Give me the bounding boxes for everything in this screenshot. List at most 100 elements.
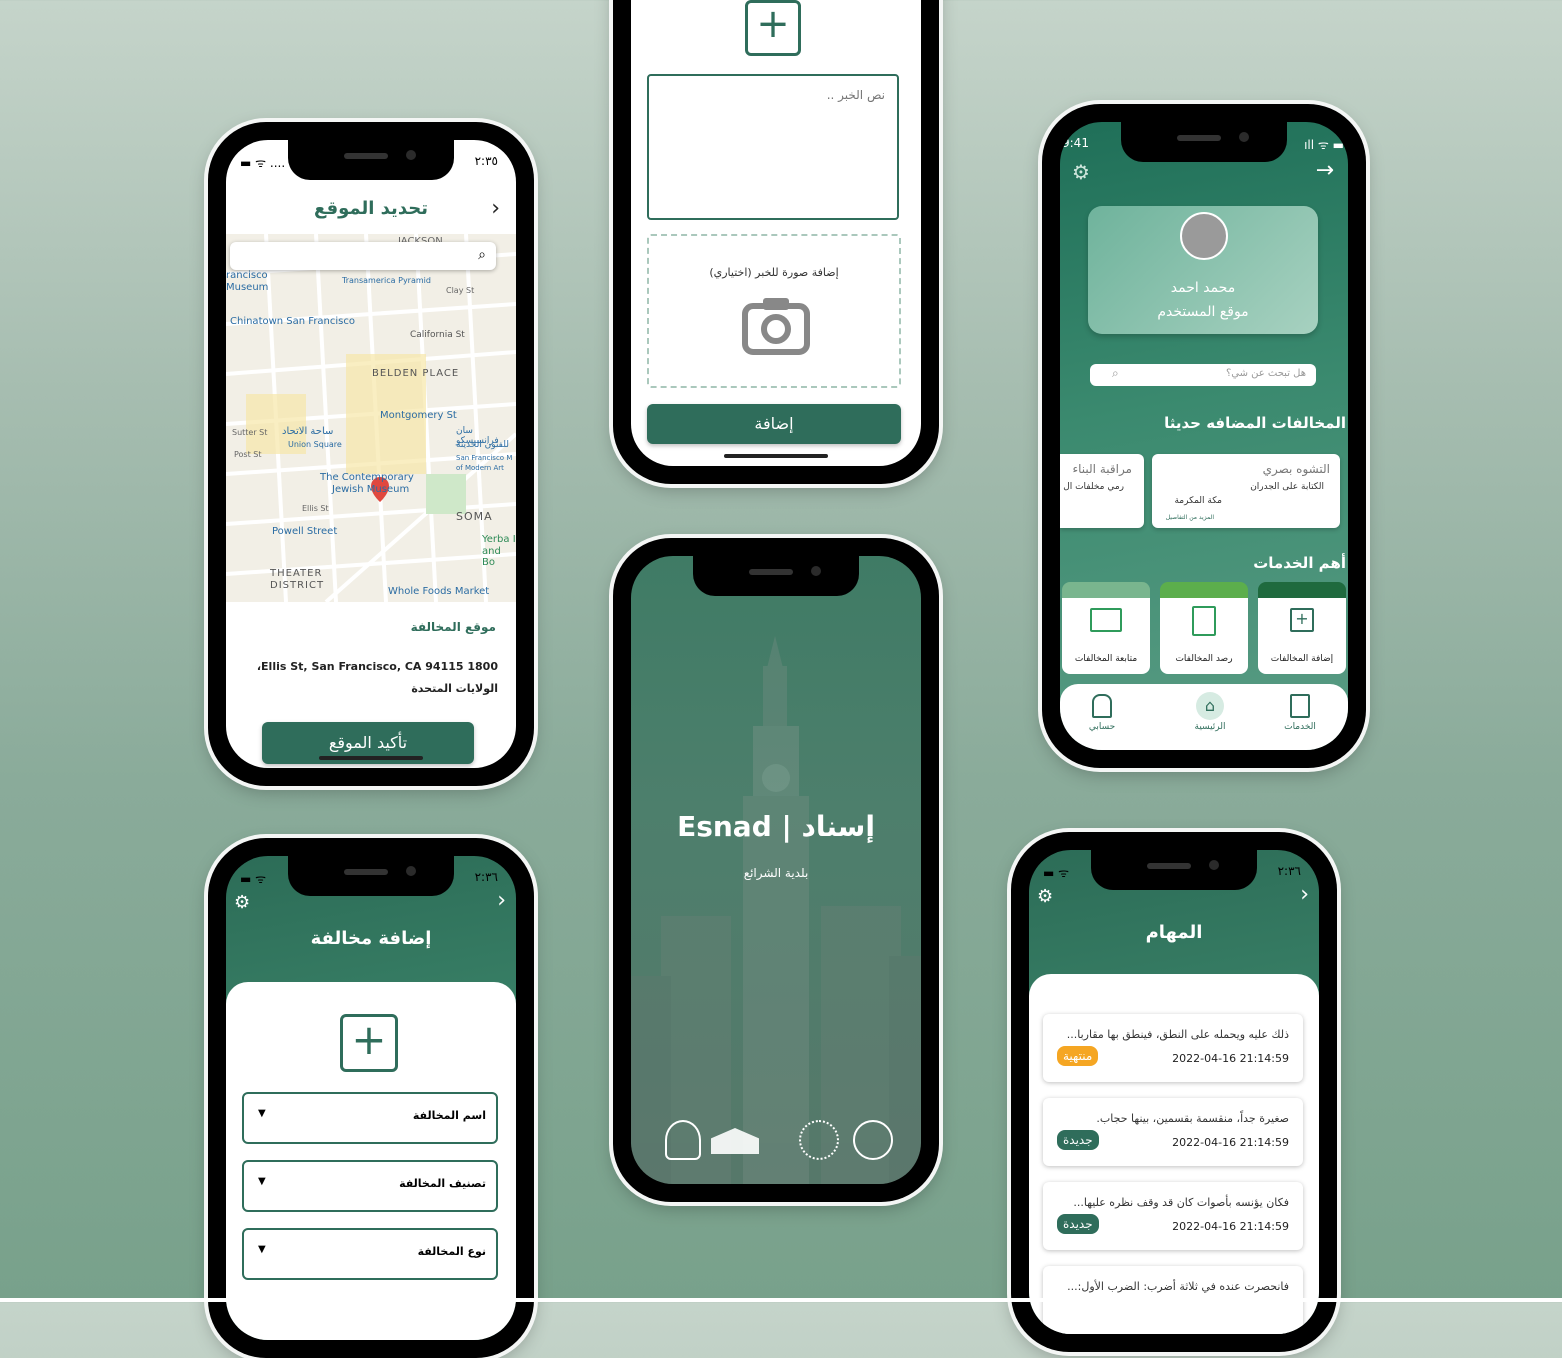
balady-logo bbox=[665, 1120, 701, 1160]
search-input[interactable]: هل تبحث عن شي؟ bbox=[1226, 368, 1306, 379]
violation-card[interactable]: التشوه بصري الكتابة على الجدران مكة المك… bbox=[1152, 454, 1340, 528]
task-card[interactable]: ذلك عليه ويحمله على النطق، فينطق بها مقا… bbox=[1043, 1014, 1303, 1082]
status-time: ٢:٣٦ bbox=[474, 870, 498, 884]
gear-icon[interactable]: ⚙ bbox=[1072, 160, 1090, 184]
clipboard-icon bbox=[1192, 606, 1216, 636]
task-card[interactable]: صغيرة جداً، منقسمة بقسمين، بينها حجاب. 2… bbox=[1043, 1098, 1303, 1166]
add-photo-button[interactable]: + bbox=[745, 0, 801, 56]
violation-type-select[interactable]: ▼ نوع المخالفة bbox=[242, 1228, 498, 1280]
home-icon: ⌂ bbox=[1196, 692, 1224, 720]
nav-account[interactable]: حسابي bbox=[1070, 694, 1134, 732]
signal-icon: ▬ ᯤ bbox=[240, 872, 267, 886]
nav-home[interactable]: ⌂ الرئيسية bbox=[1178, 692, 1242, 732]
splash-screen: Esnad | إسناد بلدية الشرائع bbox=[631, 556, 921, 1184]
location-section-label: موقع المخالفة bbox=[410, 620, 496, 634]
task-date: 2022-04-16 21:14:59 bbox=[1172, 1052, 1289, 1065]
map-label: of Modern Art bbox=[456, 464, 504, 472]
page-title: المهام bbox=[1145, 922, 1203, 943]
home-indicator bbox=[724, 454, 828, 458]
nav-label: الرئيسية bbox=[1194, 722, 1226, 732]
bottom-nav: الخدمات ⌂ الرئيسية حسابي bbox=[1060, 684, 1348, 750]
status-badge: منتهية bbox=[1057, 1046, 1099, 1066]
page-title: إضافة مخالفة bbox=[310, 928, 432, 949]
recent-title: المخالفات المضافه حديثا bbox=[1164, 414, 1346, 432]
signal-icon: ▬ ᯤ .... bbox=[240, 156, 286, 170]
map-label: Jewish Museum bbox=[332, 484, 410, 495]
search-bar[interactable]: هل تبحث عن شي؟ ⌕ bbox=[1090, 364, 1316, 386]
notch bbox=[693, 556, 859, 596]
map-label: San Francisco M bbox=[456, 454, 513, 462]
arrow-right-icon[interactable]: → bbox=[1316, 158, 1334, 183]
map-search-bar[interactable]: ⌕ bbox=[230, 242, 496, 270]
map-label: Chinatown San Francisco bbox=[230, 316, 355, 327]
status-bar: 9:41 ıll ᯤ ▬ bbox=[1060, 136, 1348, 152]
service-label: رصد المخالفات bbox=[1175, 654, 1233, 664]
service-card[interactable]: متابعة المخالفات bbox=[1062, 582, 1150, 674]
chevron-right-icon[interactable]: › bbox=[1300, 882, 1309, 907]
news-text-input[interactable] bbox=[647, 74, 899, 220]
chevron-right-icon[interactable]: › bbox=[491, 196, 500, 221]
map-label: Whole Foods Market bbox=[388, 586, 490, 597]
map-label: rancisco bbox=[226, 270, 268, 281]
map-label: ساحة الاتحاد bbox=[282, 426, 334, 437]
card-meta: المزيد من التفاصيل bbox=[1165, 514, 1214, 521]
field-label: تصنيف المخالفة bbox=[399, 1177, 486, 1190]
chevron-right-icon[interactable]: › bbox=[497, 888, 506, 913]
map-view[interactable]: JACKSON rancisco Museum Transamerica Pyr… bbox=[226, 234, 516, 602]
services-title: أهم الخدمات bbox=[1253, 554, 1346, 572]
user-icon bbox=[1092, 694, 1112, 718]
user-location: موقع المستخدم bbox=[1157, 304, 1249, 320]
add-news-button[interactable]: إضافة bbox=[647, 404, 901, 444]
nav-services[interactable]: الخدمات bbox=[1268, 694, 1332, 732]
task-card[interactable]: فكان يؤنسه بأصوات كان قد وقف نظره عليها.… bbox=[1043, 1182, 1303, 1250]
violation-card[interactable]: مراقبة البناء رمي مخلفات ال bbox=[1060, 454, 1144, 528]
map-label: SOMA bbox=[456, 510, 493, 523]
task-text: فانحصرت عنده في ثلاثة أضرب: الضرب الأول:… bbox=[1067, 1280, 1289, 1293]
search-icon[interactable]: ⌕ bbox=[478, 247, 486, 263]
map-label: Post St bbox=[234, 450, 262, 459]
service-card[interactable]: + إضافة المخالفات bbox=[1258, 582, 1346, 674]
task-text: صغيرة جداً، منقسمة بقسمين، بينها حجاب. bbox=[1096, 1112, 1289, 1125]
field-label: اسم المخالفة bbox=[412, 1109, 486, 1122]
plus-icon: + bbox=[351, 1015, 387, 1064]
phone-add-news: + إضافة صورة للخبر (اختياري) إضافة bbox=[613, 0, 939, 484]
map-label: Powell Street bbox=[272, 526, 338, 537]
violation-name-select[interactable]: ▼ اسم المخالفة bbox=[242, 1092, 498, 1144]
battery-icon: ıll ᯤ ▬ bbox=[1304, 138, 1344, 152]
map-label: California St bbox=[410, 330, 465, 340]
page-title: تحديد الموقع bbox=[314, 198, 428, 219]
phone-location: ▬ ᯤ .... ٢:٣٥ تحديد الموقع › rancisco Mu… bbox=[208, 122, 534, 786]
form-panel: + ▼ اسم المخالفة ▼ تصنيف المخالفة ▼ نوع … bbox=[226, 982, 516, 1340]
map-label: Ellis St bbox=[302, 504, 329, 513]
photo-upload-area[interactable]: إضافة صورة للخبر (اختياري) bbox=[647, 234, 901, 388]
map-label: and Bo bbox=[482, 546, 501, 568]
chevron-down-icon: ▼ bbox=[258, 1176, 266, 1187]
chevron-down-icon: ▼ bbox=[258, 1108, 266, 1119]
violation-category-select[interactable]: ▼ تصنيف المخالفة bbox=[242, 1160, 498, 1212]
signal-icon: ▬ ᯤ bbox=[1043, 866, 1070, 880]
service-label: متابعة المخالفات bbox=[1074, 654, 1138, 664]
service-card[interactable]: رصد المخالفات bbox=[1160, 582, 1248, 674]
gear-icon[interactable]: ⚙ bbox=[1037, 886, 1053, 907]
transfer-icon bbox=[1090, 608, 1122, 632]
status-time: ٢:٣٦ bbox=[1277, 864, 1301, 878]
home-screen: 9:41 ıll ᯤ ▬ ⚙ → محمد احمد موقع المستخدم… bbox=[1060, 122, 1348, 750]
status-badge: جديدة bbox=[1057, 1214, 1099, 1234]
nav-label: الخدمات bbox=[1284, 722, 1316, 732]
status-bar: ▬ ᯤ ٢:٣٦ bbox=[226, 870, 516, 886]
chevron-down-icon: ▼ bbox=[258, 1244, 266, 1255]
gear-icon[interactable]: ⚙ bbox=[234, 892, 250, 913]
search-icon: ⌕ bbox=[1112, 366, 1119, 380]
profile-card: محمد احمد موقع المستخدم bbox=[1088, 206, 1318, 334]
avatar[interactable] bbox=[1180, 212, 1228, 260]
add-image-button[interactable]: + bbox=[340, 1014, 398, 1072]
app-title: Esnad | إسناد bbox=[677, 810, 875, 843]
map-label: DISTRICT bbox=[270, 580, 325, 591]
map-label: Montgomery St bbox=[380, 410, 457, 421]
tasks-panel: ذلك عليه ويحمله على النطق، فينطق بها مقا… bbox=[1029, 974, 1319, 1334]
location-screen: ▬ ᯤ .... ٢:٣٥ تحديد الموقع › rancisco Mu… bbox=[226, 140, 516, 768]
phone-splash: Esnad | إسناد بلدية الشرائع bbox=[613, 538, 939, 1202]
address-text: Ellis St, San Francisco, CA 94115 1800، … bbox=[256, 660, 498, 695]
map-label: The Contemporary bbox=[320, 472, 414, 483]
add-square-icon: + bbox=[1290, 608, 1314, 632]
